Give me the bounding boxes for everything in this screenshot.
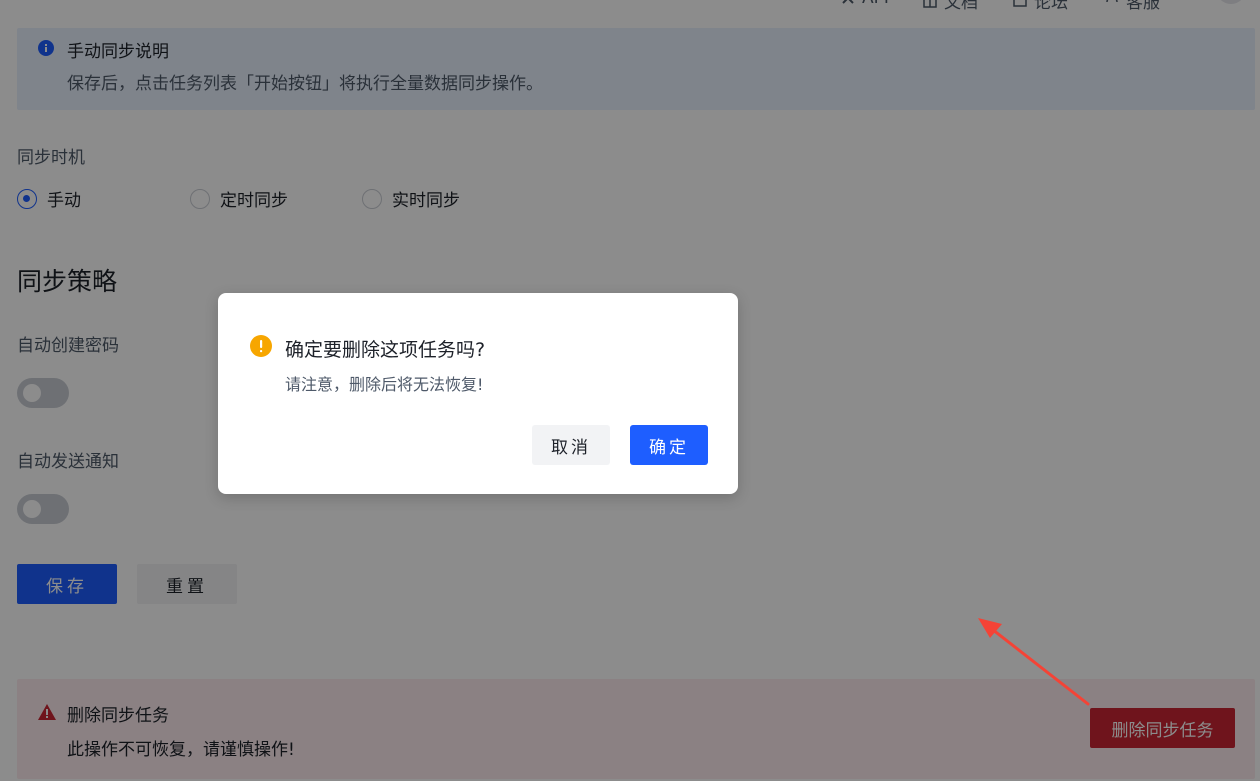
- cancel-button[interactable]: 取消: [532, 425, 610, 465]
- annotation-arrow-icon: [978, 618, 1090, 706]
- exclamation-circle-icon: [250, 335, 272, 357]
- modal-description: 请注意，删除后将无法恢复!: [285, 375, 484, 394]
- modal-title: 确定要删除这项任务吗?: [285, 339, 486, 361]
- confirm-button[interactable]: 确定: [630, 425, 708, 465]
- confirm-delete-modal: 确定要删除这项任务吗? 请注意，删除后将无法恢复! 取消 确定: [218, 293, 738, 494]
